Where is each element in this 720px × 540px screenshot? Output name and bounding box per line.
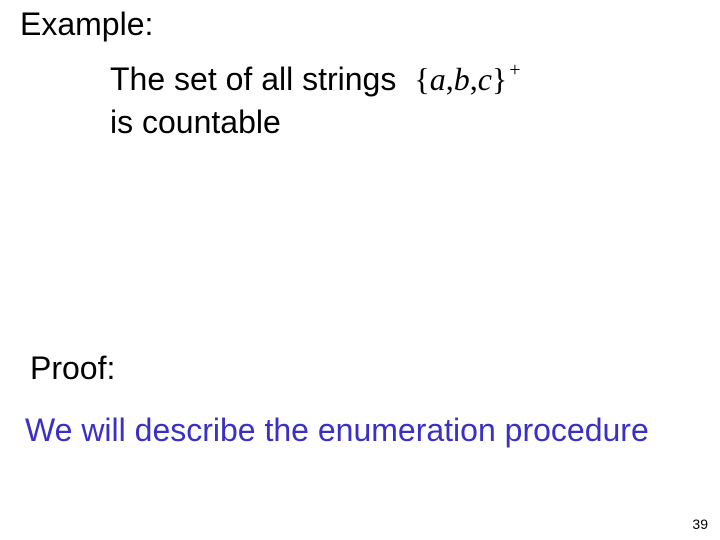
set-exponent-plus: + <box>509 59 520 81</box>
set-element-c: c <box>478 61 492 97</box>
page-number: 39 <box>692 516 708 532</box>
set-sep2: , <box>470 61 478 97</box>
statement-line2: is countable <box>110 101 519 144</box>
statement-block: The set of all strings {a,b,c}+ is count… <box>110 58 519 144</box>
brace-open: { <box>414 61 429 97</box>
set-sep1: , <box>446 61 454 97</box>
set-element-a: a <box>430 61 446 97</box>
brace-close: } <box>492 61 507 97</box>
set-expression: {a,b,c}+ <box>414 58 518 101</box>
set-element-b: b <box>454 61 470 97</box>
example-heading: Example: <box>20 6 153 43</box>
statement-line1: The set of all strings {a,b,c}+ <box>110 58 519 101</box>
slide: Example: The set of all strings {a,b,c}+… <box>0 0 720 540</box>
statement-prefix: The set of all strings <box>110 58 396 101</box>
proof-body: We will describe the enumeration procedu… <box>25 412 649 449</box>
proof-heading: Proof: <box>30 350 115 387</box>
